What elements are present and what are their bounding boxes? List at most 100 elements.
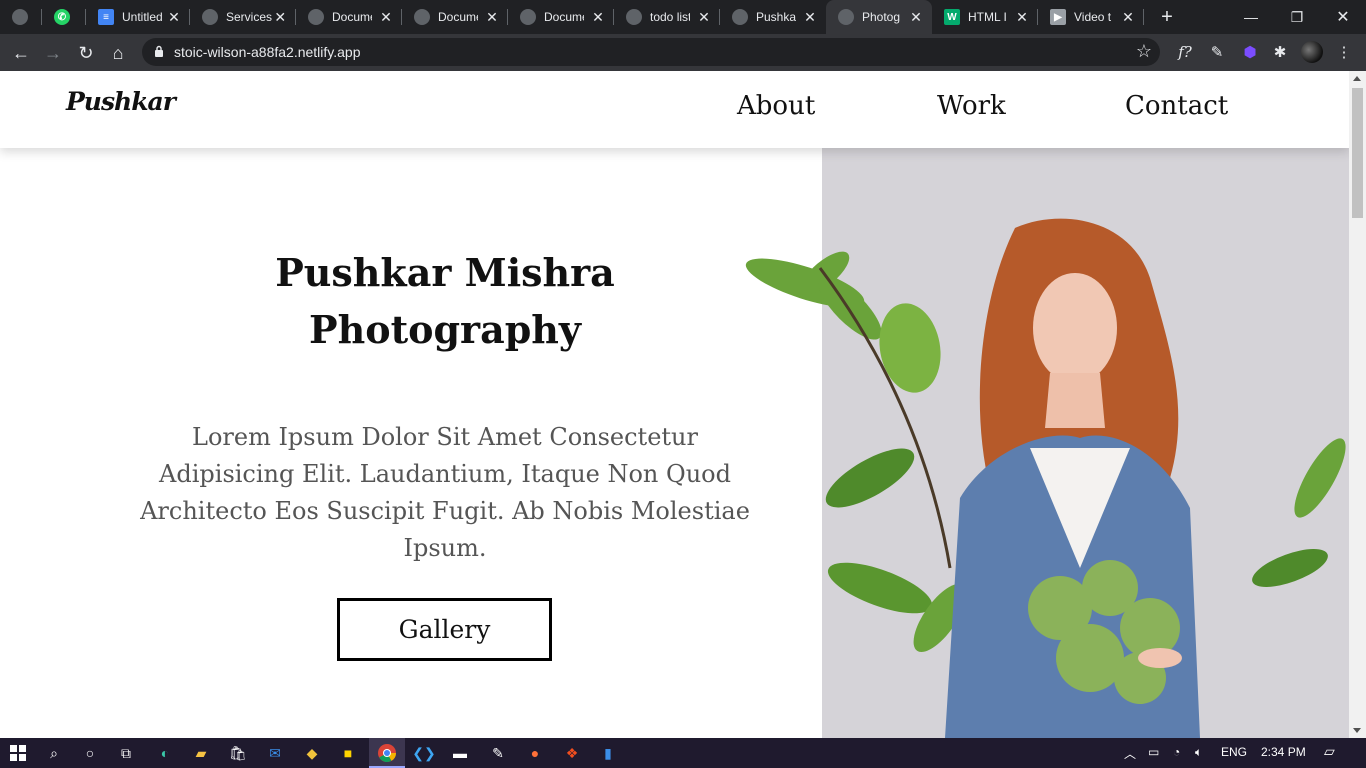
globe-icon (626, 9, 642, 25)
docs-icon: ≡ (98, 9, 114, 25)
clock[interactable]: 2:34 PM (1261, 745, 1306, 759)
w3schools-icon: W (944, 9, 960, 25)
site-header: Pushkar About Work Contact (0, 71, 1349, 148)
tab-title: Docume (544, 10, 584, 24)
notepad-icon[interactable]: ▮ (596, 741, 620, 765)
extension-badge-icon[interactable]: ⬢ (1238, 40, 1262, 64)
edge-icon[interactable]: ◐ (153, 741, 177, 765)
tab-title: Docume (332, 10, 372, 24)
close-icon[interactable]: ✕ (590, 9, 606, 26)
browser-tab[interactable]: W HTML I ✕ (932, 0, 1038, 34)
tab-title: Untitled (122, 10, 162, 24)
globe-icon (414, 9, 430, 25)
video-icon: ▶ (1050, 9, 1066, 25)
tray-chevron-icon[interactable]: ︿ (1124, 745, 1136, 762)
globe-icon (308, 9, 324, 25)
profile-avatar[interactable] (1300, 40, 1324, 64)
notifications-icon[interactable]: ▱ (1324, 743, 1335, 760)
browser-tab[interactable]: Pushkar ✕ (720, 0, 826, 34)
gallery-button[interactable]: Gallery (337, 598, 552, 661)
wifi-icon[interactable]: ◔ (1173, 745, 1180, 759)
scroll-down-icon[interactable] (1353, 728, 1361, 733)
address-bar[interactable]: stoic-wilson-a88fa2.netlify.app ☆ (142, 38, 1160, 66)
forward-button[interactable]: → (38, 38, 68, 68)
close-window-button[interactable]: ✕ (1320, 0, 1366, 34)
nav-contact-link[interactable]: Contact (1125, 91, 1228, 121)
scrollbar-thumb[interactable] (1352, 88, 1363, 218)
function-extension-icon[interactable]: f? (1173, 40, 1197, 64)
globe-icon (732, 9, 748, 25)
close-icon[interactable]: ✕ (802, 9, 818, 26)
nav-about-link[interactable]: About (737, 91, 815, 121)
close-icon[interactable]: ✕ (1014, 9, 1030, 26)
browser-tab[interactable] (0, 0, 42, 34)
page-scrollbar[interactable] (1349, 71, 1366, 738)
hero-title-line1: Pushkar Mishra (275, 250, 615, 295)
site-logo[interactable]: Pushkar (66, 87, 176, 116)
browser-tab-active[interactable]: Photog ✕ (826, 0, 932, 34)
tab-title: Pushkar (756, 10, 796, 24)
tab-title: Services (226, 10, 273, 24)
browser-toolbar: ← → ↻ ⌂ stoic-wilson-a88fa2.netlify.app … (0, 34, 1366, 71)
volume-icon[interactable]: 🔈︎ (1195, 745, 1202, 760)
browser-tab[interactable]: Docume ✕ (508, 0, 614, 34)
firefox-icon[interactable]: ● (523, 741, 547, 765)
hero-photo (730, 148, 1349, 738)
nav-work-link[interactable]: Work (937, 91, 1006, 121)
browser-tab[interactable]: todo list ✕ (614, 0, 720, 34)
close-icon[interactable]: ✕ (696, 9, 712, 26)
browser-tab[interactable]: ▶ Video t ✕ (1038, 0, 1144, 34)
globe-icon (838, 9, 854, 25)
browser-tab[interactable]: Docume ✕ (402, 0, 508, 34)
browser-tab[interactable]: ≡ Untitled ✕ (86, 0, 190, 34)
menu-kebab-icon[interactable]: ⋮ (1332, 40, 1356, 64)
store-icon[interactable]: 🛍 (226, 741, 250, 765)
sticky-notes-icon[interactable]: ■ (336, 741, 360, 765)
globe-icon (12, 9, 28, 25)
figma-icon[interactable]: ❖ (560, 741, 584, 765)
new-tab-button[interactable]: + (1150, 0, 1184, 34)
close-icon[interactable]: ✕ (378, 9, 394, 26)
browser-tab[interactable]: Services ✕ (190, 0, 296, 34)
search-icon[interactable]: ⌕ (42, 741, 66, 765)
git-icon[interactable]: ◆ (300, 741, 324, 765)
close-icon[interactable]: ✕ (1120, 9, 1136, 26)
browser-tab[interactable]: Docume ✕ (296, 0, 402, 34)
terminal-icon[interactable]: ▬ (448, 741, 472, 765)
minimize-button[interactable]: — (1228, 0, 1274, 34)
whatsapp-icon: ✆ (54, 9, 70, 25)
reload-button[interactable]: ↻ (71, 38, 101, 68)
bookmark-star-icon[interactable]: ☆ (1136, 41, 1152, 62)
hero-description: Lorem Ipsum Dolor Sit Amet Consectetur A… (140, 423, 750, 562)
battery-icon[interactable]: ▭ (1148, 745, 1159, 759)
puzzle-extensions-icon[interactable]: ✱ (1268, 40, 1292, 64)
close-icon[interactable]: ✕ (484, 9, 500, 26)
windows-start-icon[interactable] (6, 741, 30, 765)
tab-title: Photog (862, 10, 901, 24)
globe-icon (520, 9, 536, 25)
browser-tab[interactable]: ✆ (42, 0, 86, 34)
tab-title: Docume (438, 10, 478, 24)
mail-icon[interactable]: ✉ (263, 741, 287, 765)
home-button[interactable]: ⌂ (103, 38, 133, 68)
tab-title: todo list (650, 10, 690, 24)
hero-title: Pushkar Mishra Photography (210, 244, 680, 358)
vscode-icon[interactable]: ❮❯ (412, 741, 436, 765)
globe-icon (202, 9, 218, 25)
scroll-up-icon[interactable] (1353, 76, 1361, 81)
tab-title: Video t (1074, 10, 1112, 24)
close-icon[interactable]: ✕ (273, 9, 289, 26)
language-indicator[interactable]: ENG (1221, 745, 1247, 759)
file-explorer-icon[interactable]: ▰ (189, 741, 213, 765)
lock-icon (155, 45, 163, 57)
close-icon[interactable]: ✕ (908, 9, 924, 26)
task-view-icon[interactable]: ⧉ (114, 741, 138, 765)
tab-strip: ✆ ≡ Untitled ✕ Services ✕ Docume ✕ Docum… (0, 0, 1366, 34)
paint-icon[interactable]: ✎ (486, 741, 510, 765)
pen-extension-icon[interactable]: ✎ (1205, 40, 1229, 64)
chrome-icon[interactable] (375, 741, 399, 765)
close-icon[interactable]: ✕ (166, 9, 182, 26)
cortana-icon[interactable]: ○ (78, 741, 102, 765)
restore-button[interactable]: ❐ (1274, 0, 1320, 34)
back-button[interactable]: ← (6, 38, 36, 68)
